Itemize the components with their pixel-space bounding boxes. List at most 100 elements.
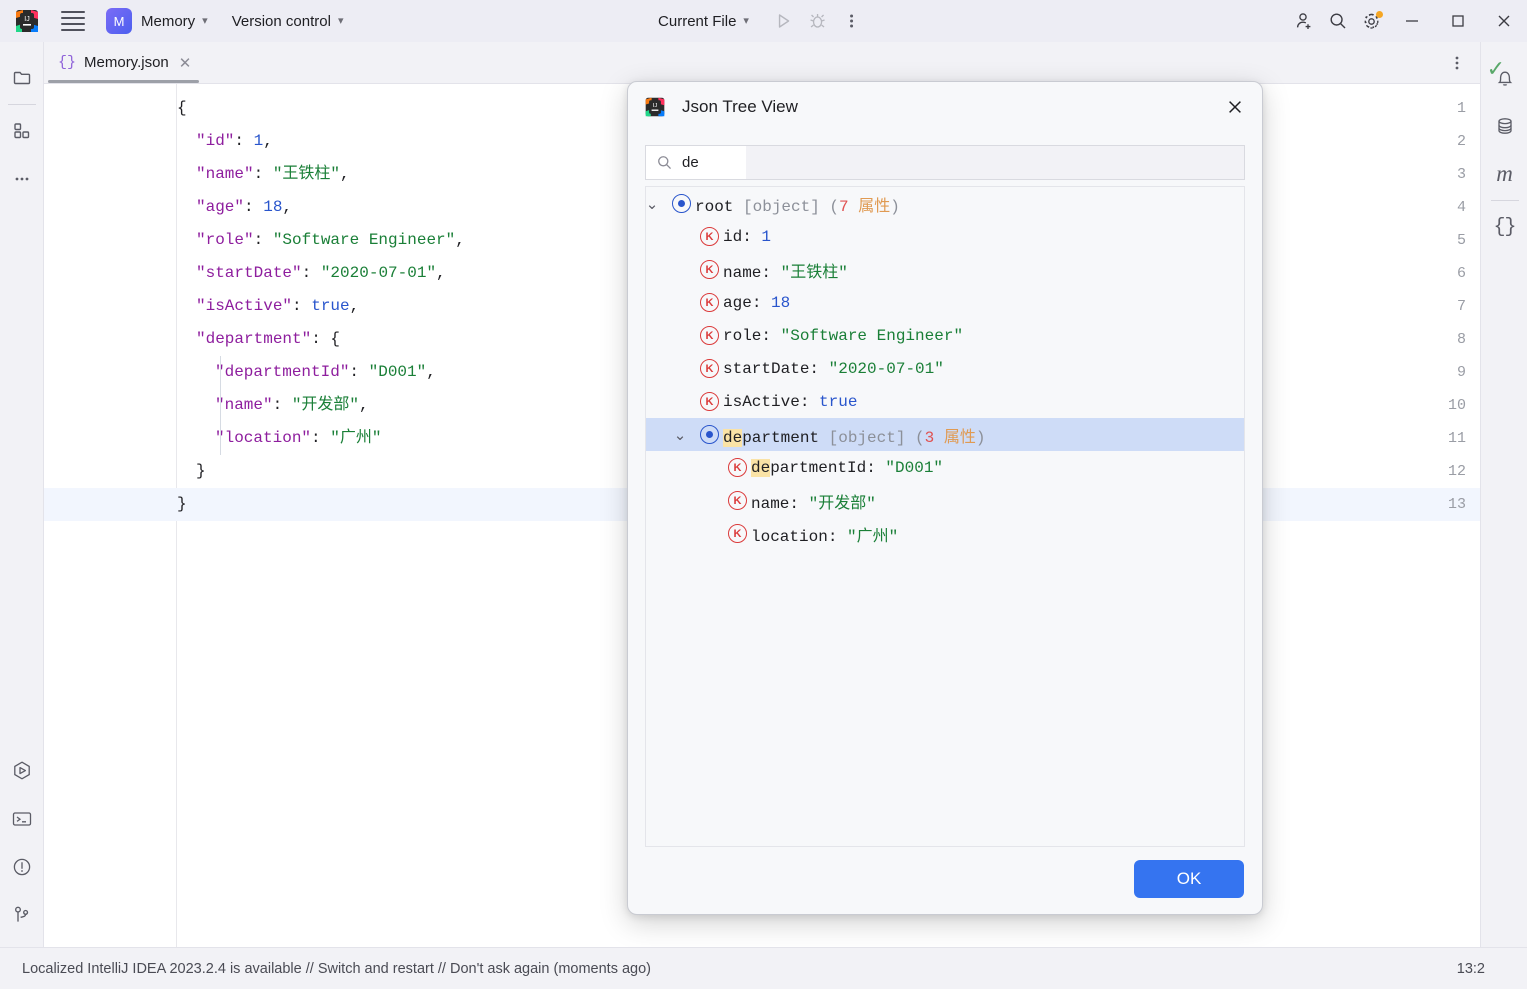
editor-tabs-more-button[interactable] (1444, 42, 1470, 84)
code-token: "departmentId" (215, 363, 350, 381)
tree-node-name: department (723, 428, 820, 447)
add-user-icon[interactable] (1287, 6, 1321, 36)
chevron-down-icon: ▾ (337, 14, 344, 27)
editor-tab-memory-json[interactable]: {} Memory.json ✕ (44, 42, 204, 83)
debug-button[interactable] (801, 6, 835, 36)
sidebar-item-more[interactable] (0, 155, 44, 203)
tree-node-colon: : (799, 392, 820, 411)
code-line[interactable]: { (177, 92, 187, 125)
code-line[interactable]: } (177, 488, 187, 521)
code-line[interactable]: "departmentId": "D001", (177, 356, 436, 389)
key-node-icon: K (700, 392, 719, 411)
tree-node-age[interactable]: Kage: 18 (646, 286, 1244, 319)
code-token: 1 (253, 132, 264, 150)
code-line[interactable]: "role": "Software Engineer", (177, 224, 465, 257)
code-token: , (349, 297, 360, 315)
toolbar-right-group (1287, 0, 1527, 42)
sidebar-item-git[interactable] (0, 891, 44, 939)
code-token: "D001" (368, 363, 427, 381)
gear-icon[interactable] (1355, 6, 1389, 36)
code-line[interactable]: "startDate": "2020-07-01", (177, 257, 446, 290)
sidebar-item-project[interactable] (0, 54, 44, 102)
key-node-icon: K (700, 227, 719, 246)
search-match-highlight: de (751, 458, 771, 477)
line-number: 11 (1447, 430, 1466, 447)
close-icon[interactable] (1220, 92, 1250, 122)
sidebar-item-database[interactable] (1481, 102, 1527, 150)
tree-node-name: departmentId (751, 458, 867, 477)
run-button[interactable] (767, 6, 801, 36)
tree-node-colon: : (761, 326, 781, 345)
sidebar-item-maven[interactable]: m (1481, 150, 1527, 198)
right-tool-stripe: m {} (1480, 42, 1527, 947)
code-line[interactable]: "id": 1, (177, 125, 273, 158)
tree-node-text: root [object] (7 属性) (695, 192, 900, 216)
chevron-down-icon[interactable]: ⌄ (672, 426, 688, 444)
key-node-icon: K (728, 491, 747, 510)
tree-node-name: root (695, 197, 734, 216)
project-selector[interactable]: M Memory ▾ (88, 8, 208, 34)
line-number: 10 (1447, 397, 1466, 414)
tree-node-value: 1 (761, 227, 772, 246)
stripe-divider (8, 104, 36, 105)
tree-node-departmentId[interactable]: KdepartmentId: "D001" (646, 451, 1244, 484)
code-token: : (253, 165, 273, 183)
sidebar-item-problems[interactable] (0, 843, 44, 891)
tree-node-root[interactable]: ⌄ root [object] (7 属性) (646, 187, 1244, 220)
status-message[interactable]: Localized IntelliJ IDEA 2023.2.4 is avai… (22, 961, 651, 977)
tree-node-text: location: "广州" (751, 522, 898, 546)
code-token: true (311, 297, 350, 315)
code-token: "2020-07-01" (320, 264, 437, 282)
tree-node-text: startDate: "2020-07-01" (723, 360, 944, 378)
code-token: , (426, 363, 436, 381)
code-line[interactable]: "name": "开发部", (177, 389, 369, 422)
search-icon[interactable] (1321, 6, 1355, 36)
main-menu-button[interactable] (58, 6, 88, 36)
tree-node-isActive[interactable]: KisActive: true (646, 385, 1244, 418)
chevron-down-icon[interactable]: ⌄ (646, 195, 660, 213)
key-node-icon: K (728, 524, 747, 543)
sidebar-item-structure[interactable] (0, 107, 44, 155)
tree-node-location[interactable]: Klocation: "广州" (646, 517, 1244, 550)
code-token: "广州" (330, 429, 382, 447)
code-token: , (263, 132, 273, 150)
json-tree-panel[interactable]: ⌄ root [object] (7 属性) Kid: 1 Kname: "王铁柱" K… (645, 186, 1245, 847)
ok-button[interactable]: OK (1134, 860, 1244, 898)
tree-node-name[interactable]: Kname: "开发部" (646, 484, 1244, 517)
code-line[interactable]: } (177, 455, 206, 488)
minimize-window-button[interactable] (1389, 0, 1435, 42)
code-line[interactable]: "age": 18, (177, 191, 292, 224)
code-token: "location" (215, 429, 312, 447)
editor-tab-bar: {} Memory.json ✕ (44, 42, 1480, 84)
maximize-window-button[interactable] (1435, 0, 1481, 42)
code-line[interactable]: "location": "广州" (177, 422, 381, 455)
tree-node-value: "2020-07-01" (828, 359, 944, 378)
tree-node-startDate[interactable]: KstartDate: "2020-07-01" (646, 352, 1244, 385)
search-input[interactable]: de (646, 146, 746, 179)
tree-node-name[interactable]: Kname: "王铁柱" (646, 253, 1244, 286)
tree-node-value: "王铁柱" (780, 263, 848, 282)
code-line[interactable]: "isActive": true, (177, 290, 359, 323)
inspection-status-icon[interactable]: ✓ (1487, 56, 1505, 82)
line-number: 12 (1447, 463, 1466, 480)
run-configuration-selector[interactable]: Current File ▾ (658, 13, 749, 30)
tree-node-department[interactable]: ⌄ department [object] (3 属性) (646, 418, 1244, 451)
sidebar-item-terminal[interactable] (0, 795, 44, 843)
tree-node-text: age: 18 (723, 294, 790, 312)
close-icon[interactable]: ✕ (177, 54, 194, 72)
object-node-icon (672, 194, 691, 213)
tree-node-colon: : (742, 227, 762, 246)
tree-node-role[interactable]: Krole: "Software Engineer" (646, 319, 1244, 352)
sidebar-item-run[interactable] (0, 747, 44, 795)
tree-node-id[interactable]: Kid: 1 (646, 220, 1244, 253)
code-line[interactable]: "name": "王铁柱", (177, 158, 350, 191)
sidebar-item-json-tree[interactable]: {} (1481, 203, 1527, 251)
version-control-selector[interactable]: Version control ▾ (232, 13, 344, 30)
tree-node-value: "D001" (885, 458, 944, 477)
close-window-button[interactable] (1481, 0, 1527, 42)
line-number: 9 (1456, 364, 1466, 381)
code-line[interactable]: "department": { (177, 323, 340, 356)
caret-position-label[interactable]: 13:2 (1457, 961, 1485, 977)
more-run-options-button[interactable] (835, 6, 869, 36)
code-token: } (177, 495, 187, 513)
